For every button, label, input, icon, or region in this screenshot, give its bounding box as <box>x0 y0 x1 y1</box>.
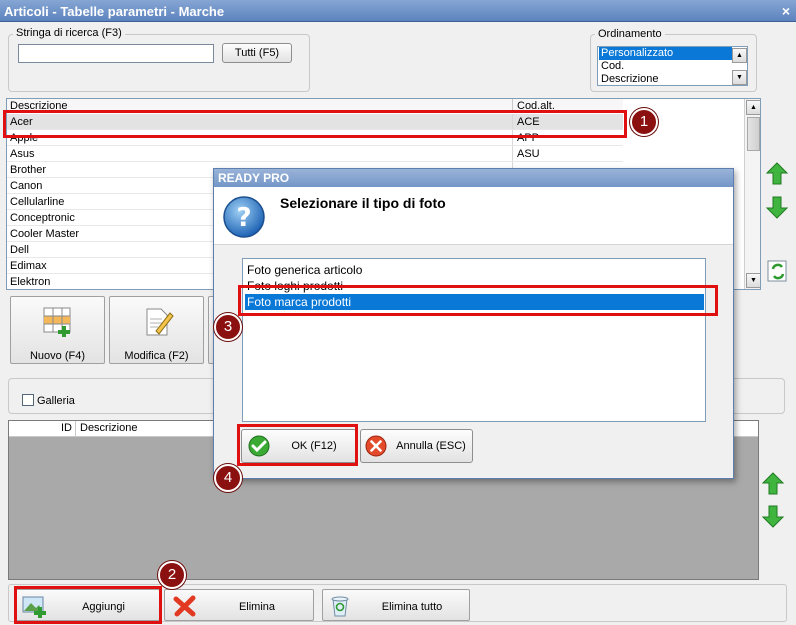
dialog-heading: Selezionare il tipo di foto <box>280 195 446 211</box>
arrow-down-icon <box>765 196 789 219</box>
scroll-up-icon[interactable]: ▲ <box>746 100 760 115</box>
add-row-icon <box>43 307 71 337</box>
photo-type-option[interactable]: Foto generica articolo <box>245 262 704 278</box>
arrow-up-icon <box>765 162 789 185</box>
gallery-move-up-button[interactable] <box>761 471 785 497</box>
column-header-id[interactable]: ID <box>9 421 76 436</box>
ordering-listbox[interactable]: Personalizzato Cod. Descrizione ▲ ▼ <box>597 46 748 86</box>
annotation-badge: 4 <box>214 464 242 492</box>
photo-type-listbox[interactable]: Foto generica articolo Foto loghi prodot… <box>242 258 706 422</box>
cancel-icon <box>365 435 387 457</box>
refresh-icon <box>767 260 787 282</box>
window-titlebar: Articoli - Tabelle parametri - Marche <box>0 0 796 22</box>
annotation-badge: 1 <box>630 108 658 136</box>
ordering-option[interactable]: Cod. <box>599 60 732 73</box>
delete-x-icon <box>173 595 196 617</box>
annotation-box-ok <box>237 424 358 466</box>
annotation-box-add <box>14 586 162 624</box>
move-down-button[interactable] <box>765 194 789 220</box>
move-up-button[interactable] <box>765 161 789 187</box>
ordering-group-label: Ordinamento <box>595 28 665 40</box>
gallery-move-down-button[interactable] <box>761 503 785 529</box>
scroll-up-icon[interactable]: ▲ <box>732 48 747 63</box>
ordering-option[interactable]: Descrizione <box>599 73 732 86</box>
new-button[interactable]: Nuovo (F4) <box>10 296 105 364</box>
search-group-label: Stringa di ricerca (F3) <box>13 27 125 39</box>
cancel-button[interactable]: Annulla (ESC) <box>360 429 473 463</box>
gallery-checkbox-label: Galleria <box>37 395 75 407</box>
edit-button[interactable]: Modifica (F2) <box>109 296 204 364</box>
recycle-bin-icon <box>331 596 349 617</box>
annotation-badge: 2 <box>158 561 186 589</box>
close-icon[interactable]: × <box>782 3 790 19</box>
scroll-thumb[interactable] <box>747 117 760 151</box>
search-input[interactable] <box>18 44 214 63</box>
edit-button-label: Modifica (F2) <box>124 350 189 362</box>
cell-code: ASU <box>517 148 540 160</box>
question-icon: ? <box>223 196 265 238</box>
dialog-title: READY PRO <box>214 169 733 187</box>
svg-text:?: ? <box>236 203 251 233</box>
ordering-option[interactable]: Personalizzato <box>599 47 732 60</box>
arrow-down-icon <box>761 505 785 528</box>
window-title: Articoli - Tabelle parametri - Marche <box>4 4 225 19</box>
delete-all-button-label: Elimina tutto <box>381 601 443 613</box>
edit-document-icon <box>146 308 174 336</box>
annotation-badge: 3 <box>214 313 242 341</box>
cell-description: Asus <box>7 146 513 161</box>
arrow-up-icon <box>761 472 785 495</box>
table-row[interactable]: Asus ASU <box>7 146 623 162</box>
cancel-button-label: Annulla (ESC) <box>396 440 466 452</box>
delete-button-label: Elimina <box>238 601 276 613</box>
delete-all-button[interactable]: Elimina tutto <box>322 589 470 621</box>
gallery-checkbox[interactable] <box>22 394 34 406</box>
dialog-header: ? Selezionare il tipo di foto <box>214 187 733 245</box>
annotation-box-row <box>3 110 627 138</box>
all-button[interactable]: Tutti (F5) <box>222 43 292 63</box>
scroll-down-icon[interactable]: ▼ <box>746 273 760 288</box>
delete-button[interactable]: Elimina <box>164 589 314 621</box>
new-button-label: Nuovo (F4) <box>29 350 86 362</box>
table-scrollbar[interactable]: ▲ ▼ <box>744 99 760 289</box>
scroll-down-icon[interactable]: ▼ <box>732 70 747 85</box>
annotation-box-option <box>238 285 718 316</box>
sync-button[interactable] <box>765 257 791 285</box>
